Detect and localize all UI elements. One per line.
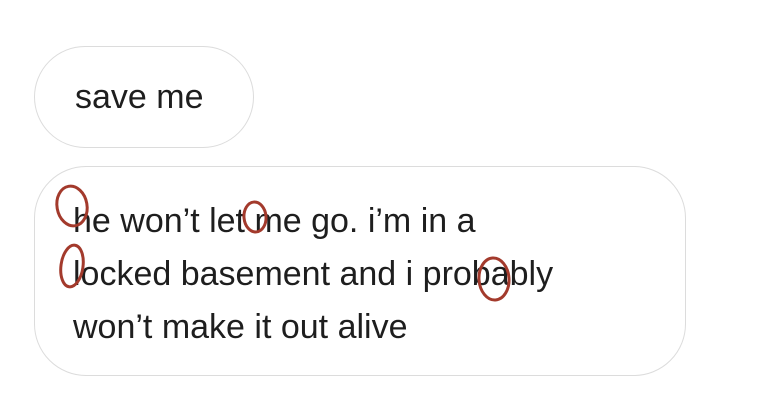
message-line-3: won’t make it out alive [73,308,408,346]
message-line-1: he won’t let me go. i’m in a [73,202,476,240]
message-bubble-save-me: save me [34,46,254,148]
message-text: save me [75,78,204,116]
message-text-block: he won’t let me go. i’m in a locked base… [73,195,553,354]
message-line-2: locked basement and i probably [73,255,554,293]
message-bubble-long: he won’t let me go. i’m in a locked base… [34,166,686,376]
